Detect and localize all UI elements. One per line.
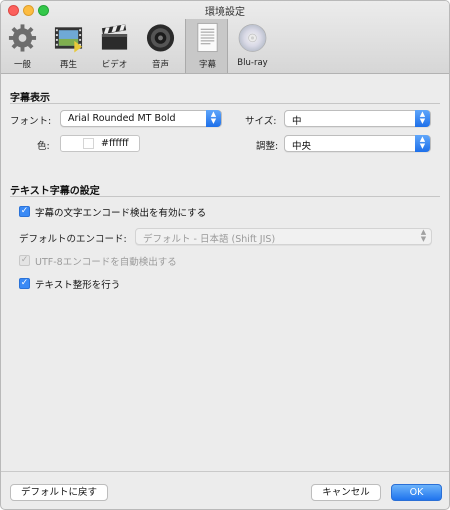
utf8-auto-label: UTF-8エンコードを自動検出する	[35, 257, 177, 268]
text-shaping-label: テキスト整形を行う	[35, 280, 121, 291]
font-select-chevron-icon: ▲ ▼	[206, 110, 221, 127]
tab-subtitles[interactable]: 字幕	[185, 19, 228, 73]
font-select[interactable]: Arial Rounded MT Bold ▲ ▼	[60, 110, 222, 127]
adjust-select-value: 中央	[292, 141, 312, 152]
text-shaping-checkbox[interactable]: ✓	[19, 278, 30, 289]
gear-icon	[8, 24, 37, 52]
tab-general[interactable]: 一般	[1, 19, 44, 73]
tab-general-label: 一般	[13, 60, 31, 70]
document-icon	[197, 22, 218, 53]
speaker-icon	[146, 24, 175, 52]
tab-playback-label: 再生	[59, 60, 77, 70]
ok-button[interactable]: OK	[391, 484, 442, 501]
size-select-chevron-icon: ▲ ▼	[415, 110, 430, 127]
preferences-window: 環境設定 一般 再生 ビデオ 音声 字幕 Blu-ray 字幕表示 フォント: …	[0, 0, 450, 510]
cancel-button[interactable]: キャンセル	[311, 484, 381, 501]
color-swatch	[83, 138, 94, 149]
encoding-detection-checkbox-row[interactable]: ✓ 字幕の文字エンコード検出を有効にする	[19, 205, 319, 219]
adjust-select-chevron-icon: ▲ ▼	[415, 135, 430, 152]
color-value: #ffffff	[101, 138, 129, 149]
font-select-value: Arial Rounded MT Bold	[68, 113, 176, 124]
font-label: フォント:	[10, 116, 52, 127]
size-select-value: 中	[292, 116, 302, 127]
subtitle-display-heading: 字幕表示	[10, 93, 50, 104]
tab-audio-label: 音声	[151, 60, 169, 70]
disc-icon	[238, 24, 267, 52]
footer-divider	[1, 471, 449, 472]
default-encoding-label: デフォルトのエンコード:	[19, 234, 127, 245]
tab-video[interactable]: ビデオ	[93, 19, 136, 73]
subtitle-display-divider	[10, 103, 440, 104]
adjust-select[interactable]: 中央 ▲ ▼	[284, 135, 431, 152]
size-label: サイズ:	[245, 116, 277, 127]
default-encoding-select[interactable]: デフォルト - 日本語 (Shift JIS) ▲ ▼	[135, 228, 432, 245]
utf8-auto-checkbox[interactable]: ✓	[19, 255, 30, 266]
window-title: 環境設定	[205, 7, 245, 18]
tab-bluray[interactable]: Blu-ray	[231, 19, 274, 73]
tab-audio[interactable]: 音声	[139, 19, 182, 73]
default-encoding-value: デフォルト - 日本語 (Shift JIS)	[143, 234, 276, 245]
restore-defaults-button[interactable]: デフォルトに戻す	[10, 484, 108, 501]
default-encoding-chevron-icon: ▲ ▼	[420, 228, 427, 243]
encoding-detection-label: 字幕の文字エンコード検出を有効にする	[35, 208, 207, 219]
encoding-detection-checkbox[interactable]: ✓	[19, 206, 30, 217]
color-well[interactable]: #ffffff	[60, 135, 140, 152]
size-select[interactable]: 中 ▲ ▼	[284, 110, 431, 127]
text-subtitle-divider	[10, 196, 440, 197]
tab-video-label: ビデオ	[101, 60, 128, 70]
film-icon	[54, 27, 83, 53]
text-shaping-checkbox-row[interactable]: ✓ テキスト整形を行う	[19, 277, 219, 291]
color-label: 色:	[37, 141, 50, 152]
adjust-label: 調整:	[256, 141, 279, 152]
clapper-icon	[101, 24, 128, 50]
text-subtitle-heading: テキスト字幕の設定	[10, 186, 100, 197]
tab-bluray-label: Blu-ray	[237, 58, 268, 68]
tab-subtitles-label: 字幕	[198, 60, 216, 70]
title-toolbar: 環境設定 一般 再生 ビデオ 音声 字幕 Blu-ray	[1, 1, 449, 74]
tab-playback[interactable]: 再生	[47, 19, 90, 73]
utf8-auto-checkbox-row[interactable]: ✓ UTF-8エンコードを自動検出する	[19, 254, 269, 268]
